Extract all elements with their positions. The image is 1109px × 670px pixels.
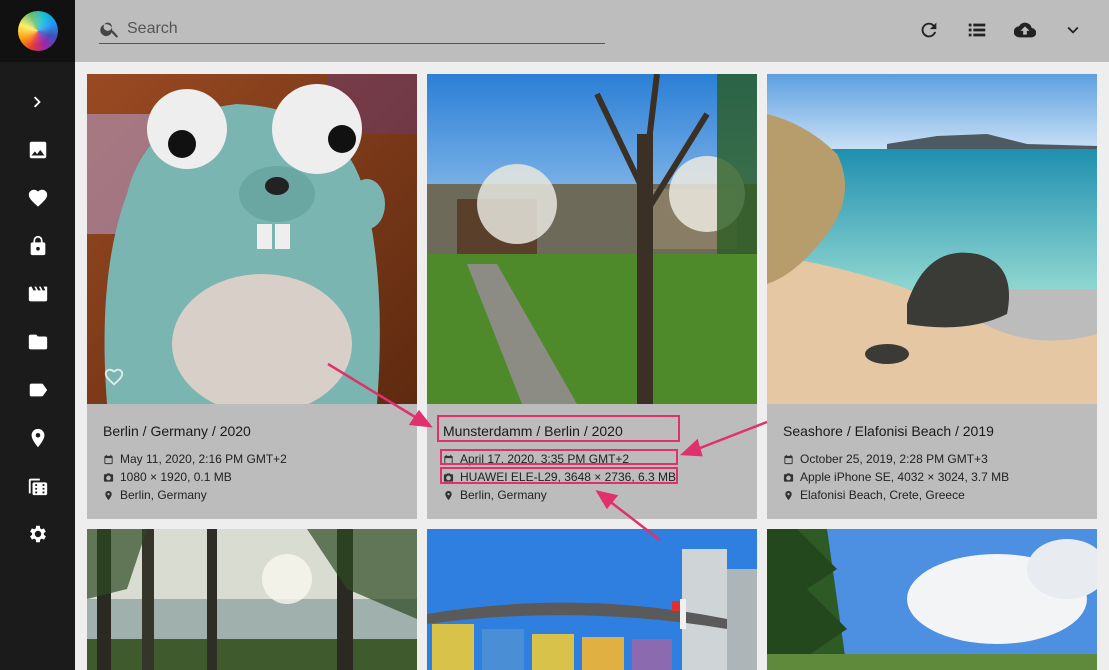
more-options-button[interactable] [1060,17,1086,43]
sidebar-item-folders[interactable] [0,320,75,364]
movie-icon [28,286,47,302]
heart-outline-icon [104,368,124,386]
photo-camera: Apple iPhone SE, 4032 × 3024, 3.7 MB [800,470,1010,484]
photo-card[interactable]: Seashore / Elafonisi Beach / 2019 Octobe… [767,74,1097,519]
sidebar-item-settings[interactable] [0,512,75,556]
image-icon [29,141,46,159]
sidebar-item-videos[interactable] [0,272,75,316]
label-icon [29,383,47,397]
photo-thumbnail[interactable] [87,74,417,404]
map-pin-icon [31,428,44,448]
sidebar-item-library[interactable] [0,464,75,508]
refresh-button[interactable] [916,17,942,43]
cloud-upload-icon [1014,22,1036,38]
photo-card[interactable] [767,529,1097,670]
list-icon [968,23,986,37]
photo-card[interactable]: Berlin / Germany / 2020 May 11, 2020, 2:… [87,74,417,519]
photo-location[interactable]: Berlin, Germany [120,488,207,502]
search-input[interactable] [127,19,587,38]
photo-date-row: October 25, 2019, 2:28 PM GMT+3 [783,450,1081,468]
photo-thumbnail[interactable] [767,74,1097,404]
photo-info: Berlin / Germany / 2020 May 11, 2020, 2:… [87,404,417,519]
calendar-icon [104,454,113,464]
photo-thumbnail[interactable] [427,74,757,404]
photo-location-row: Elafonisi Beach, Crete, Greece [783,486,1081,504]
folder-icon [28,334,47,350]
search-bar[interactable] [99,14,605,44]
photo-camera-row: 1080 × 1920, 0.1 MB [103,468,401,486]
app-logo[interactable] [17,11,58,51]
camera-highlight-box [440,467,678,484]
app-root: Berlin / Germany / 2020 May 11, 2020, 2:… [0,0,1109,670]
chevron-right-icon [33,96,41,108]
photo-location[interactable]: Elafonisi Beach, Crete, Greece [800,488,965,502]
photo-location-row: Berlin, Germany [443,486,741,504]
forest-lake-photo [87,529,417,670]
photo-date-row: May 11, 2020, 2:16 PM GMT+2 [103,450,401,468]
map-pin-icon [445,490,452,500]
logo-container[interactable] [0,0,75,62]
trees-clouds-photo [767,529,1097,670]
photo-location[interactable]: Berlin, Germany [460,488,547,502]
favorite-toggle[interactable] [103,366,125,388]
sidebar-item-private[interactable] [0,224,75,268]
painted-silos-photo [427,529,757,670]
search-icon [100,22,119,38]
camera-icon [783,472,794,482]
top-toolbar [75,0,1109,62]
gear-icon [29,525,46,543]
garden-path-photo [427,74,757,404]
map-pin-icon [105,490,112,500]
photo-date: October 25, 2019, 2:28 PM GMT+3 [800,452,988,466]
sidebar-expand-button[interactable] [0,80,75,124]
camera-icon [103,472,114,482]
title-highlight-box [437,415,680,442]
date-highlight-box [440,449,678,465]
photo-card[interactable] [87,529,417,670]
sidebar-item-photos[interactable] [0,128,75,172]
chevron-down-icon [1067,26,1079,34]
upload-button[interactable] [1012,17,1038,43]
photo-location-row: Berlin, Germany [103,486,401,504]
lock-icon [30,235,45,256]
sidebar-item-labels[interactable] [0,368,75,412]
calendar-icon [784,454,793,464]
photo-camera: 1080 × 1920, 0.1 MB [120,470,232,484]
film-folder-icon [28,478,47,496]
sidebar-item-places[interactable] [0,416,75,460]
list-view-button[interactable] [964,17,990,43]
photo-title[interactable]: Berlin / Germany / 2020 [103,422,401,440]
beach-photo [767,74,1097,404]
photo-title[interactable]: Seashore / Elafonisi Beach / 2019 [783,422,1081,440]
photo-camera-row: Apple iPhone SE, 4032 × 3024, 3.7 MB [783,468,1081,486]
photo-date: May 11, 2020, 2:16 PM GMT+2 [120,452,287,466]
photo-info: Seashore / Elafonisi Beach / 2019 Octobe… [767,404,1097,519]
heart-icon [28,189,47,207]
map-pin-icon [785,490,792,500]
plush-gopher-photo [87,74,417,404]
sidebar [0,0,75,670]
photo-card[interactable] [427,529,757,670]
sidebar-item-favorites[interactable] [0,176,75,220]
refresh-icon [921,22,937,38]
